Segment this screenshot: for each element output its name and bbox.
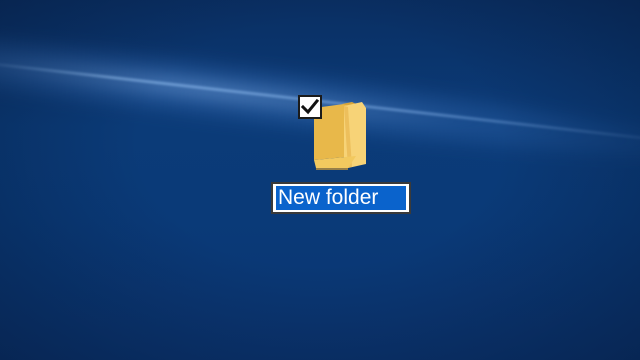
selected-filename-text[interactable]: New folder (276, 186, 406, 210)
selection-checkbox[interactable] (298, 95, 322, 119)
rename-textbox[interactable]: New folder (271, 182, 411, 214)
desktop-folder-item[interactable]: New folder (268, 92, 414, 220)
desktop-background[interactable]: New folder (0, 0, 640, 360)
checkmark-icon (300, 98, 320, 115)
